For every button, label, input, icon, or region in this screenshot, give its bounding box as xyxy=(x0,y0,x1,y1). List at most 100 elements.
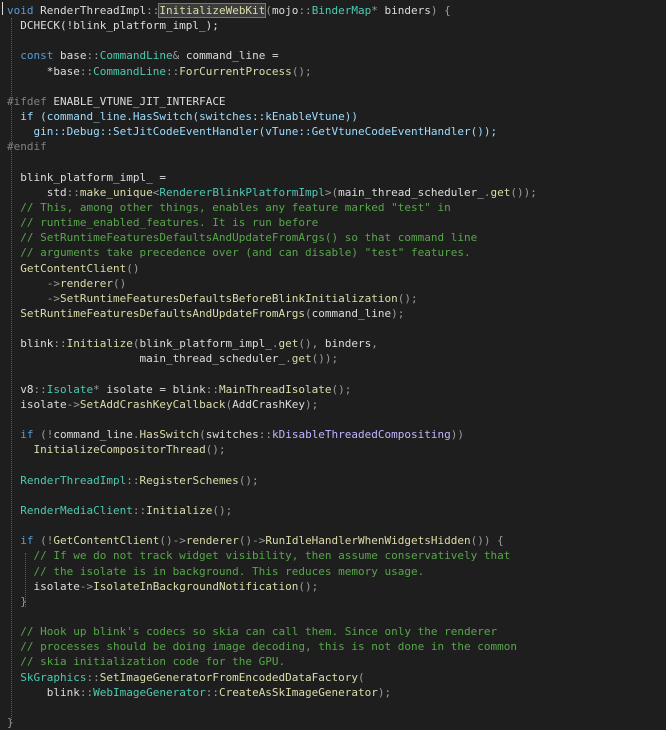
code-token: (command_line.HasSwitch(switches xyxy=(33,110,253,124)
code-token: blink_platform_impl_ xyxy=(139,337,272,351)
code-line[interactable]: if (!command_line.HasSwitch(switches::kD… xyxy=(7,427,666,442)
code-token: command_line = xyxy=(185,49,279,63)
code-line[interactable]: SetRuntimeFeaturesDefaultsAndUpdateFromA… xyxy=(7,306,666,321)
code-token: blink xyxy=(7,337,54,351)
code-token: void xyxy=(7,4,34,17)
code-token: RendererBlinkPlatformImpl xyxy=(159,185,325,199)
code-line[interactable]: if (!GetContentClient()->renderer()->Run… xyxy=(7,533,666,548)
code-line[interactable]: GetContentClient() xyxy=(7,261,666,276)
code-token: ); xyxy=(377,685,392,699)
code-line[interactable]: // This, among other things, enables any… xyxy=(7,200,666,215)
code-token: kDisableThreadedCompositing xyxy=(271,428,451,442)
code-line[interactable] xyxy=(7,367,666,382)
code-line[interactable] xyxy=(7,700,666,715)
code-line[interactable]: blink_platform_impl_ = xyxy=(7,170,666,185)
code-token: renderer xyxy=(185,534,239,548)
code-token: binders xyxy=(384,4,431,17)
code-line[interactable]: blink::Initialize(blink_platform_impl_.g… xyxy=(7,336,666,351)
code-line[interactable]: // arguments take precedence over (and c… xyxy=(7,245,666,260)
code-line[interactable]: void RenderThreadImpl::InitializeWebKit(… xyxy=(7,3,666,18)
highlighted-identifier: InitializeWebKit xyxy=(158,3,267,18)
code-token: :: xyxy=(298,125,312,139)
code-token: } xyxy=(7,594,27,608)
code-token: // SetRuntimeFeaturesDefaultsAndUpdateFr… xyxy=(7,231,478,245)
code-line[interactable]: isolate->IsolateInBackgroundNotification… xyxy=(7,579,666,594)
code-line[interactable] xyxy=(7,321,666,336)
code-token: AddCrashKey xyxy=(232,397,306,411)
code-token: HasSwitch xyxy=(139,428,200,442)
code-line[interactable]: ->renderer() xyxy=(7,276,666,291)
code-token: RenderMediaClient xyxy=(20,503,133,517)
code-token: Isolate xyxy=(46,382,94,396)
code-line[interactable]: // Hook up blink's codecs so skia can ca… xyxy=(7,624,666,639)
code-line[interactable]: } xyxy=(7,594,666,609)
code-token: () xyxy=(126,261,140,275)
code-line[interactable] xyxy=(7,33,666,48)
code-line[interactable]: v8::Isolate* isolate = blink::MainThread… xyxy=(7,382,666,397)
code-line[interactable]: *base::CommandLine::ForCurrentProcess(); xyxy=(7,64,666,79)
code-token: GetContentClient xyxy=(53,534,160,548)
code-line[interactable]: #ifdef ENABLE_VTUNE_JIT_INTERFACE xyxy=(7,94,666,109)
code-token: v8 xyxy=(7,382,34,396)
code-line[interactable] xyxy=(7,488,666,503)
code-token: >( xyxy=(324,185,339,199)
code-line[interactable] xyxy=(7,155,666,170)
code-token: // the isolate is in background. This re… xyxy=(7,564,425,578)
code-token: SetRuntimeFeaturesDefaultsAndUpdateFromA… xyxy=(20,307,306,320)
code-token: // runtime_enabled_features. It is run b… xyxy=(7,216,319,230)
code-token: binders xyxy=(324,337,372,351)
code-token: -> xyxy=(7,276,60,290)
code-token: CommandLine xyxy=(93,64,166,78)
code-line[interactable]: // runtime_enabled_features. It is run b… xyxy=(7,215,666,230)
code-line[interactable] xyxy=(7,518,666,533)
code-line[interactable]: // SetRuntimeFeaturesDefaultsAndUpdateFr… xyxy=(7,230,666,245)
code-token: :: xyxy=(146,4,160,17)
code-line[interactable] xyxy=(7,79,666,94)
code-line[interactable]: RenderThreadImpl::RegisterSchemes(); xyxy=(7,473,666,488)
code-token: :: xyxy=(132,503,147,517)
code-line[interactable]: isolate->SetAddCrashKeyCallback(AddCrash… xyxy=(7,397,666,412)
code-token: ENABLE_VTUNE_JIT_INTERFACE xyxy=(46,94,226,108)
code-line[interactable]: ->SetRuntimeFeaturesDefaultsBeforeBlinkI… xyxy=(7,291,666,306)
code-line[interactable]: SkGraphics::SetImageGeneratorFromEncoded… xyxy=(7,670,666,685)
code-token: :: xyxy=(53,125,67,139)
code-token: SetAddCrashKeyCallback xyxy=(79,397,226,411)
code-line[interactable]: if (command_line.HasSwitch(switches::kEn… xyxy=(7,109,666,124)
code-token: WebImageGenerator xyxy=(93,685,206,699)
code-line[interactable]: // If we do not track widget visibility,… xyxy=(7,548,666,563)
code-token: SetImageGeneratorFromEncodedDataFactory xyxy=(99,670,359,684)
code-token: SetRuntimeFeaturesDefaultsBeforeBlinkIni… xyxy=(59,291,398,305)
code-line[interactable]: #endif xyxy=(7,139,666,154)
code-token: MainThreadIsolate xyxy=(218,382,332,396)
code-token: (); xyxy=(205,443,226,457)
code-token: )) xyxy=(450,428,465,442)
code-line[interactable]: InitializeCompositorThread(); xyxy=(7,442,666,457)
code-line[interactable]: // processes should be doing image decod… xyxy=(7,639,666,654)
code-token: (! xyxy=(33,428,54,442)
code-line[interactable] xyxy=(7,412,666,427)
code-line[interactable]: main_thread_scheduler_.get()); xyxy=(7,351,666,366)
code-line[interactable]: std::make_unique<RendererBlinkPlatformIm… xyxy=(7,185,666,200)
code-token: ( xyxy=(265,4,272,17)
code-line[interactable]: // skia initialization code for the GPU. xyxy=(7,654,666,669)
code-editor[interactable]: void RenderThreadImpl::InitializeWebKit(… xyxy=(0,0,666,729)
code-token: & xyxy=(172,49,186,63)
code-line[interactable] xyxy=(7,609,666,624)
code-line[interactable]: blink::WebImageGenerator::CreateAsSkImag… xyxy=(7,685,666,700)
code-line[interactable]: const base::CommandLine& command_line = xyxy=(7,48,666,63)
code-token: :: xyxy=(205,685,219,699)
code-token: . xyxy=(271,337,279,351)
code-line[interactable]: // the isolate is in background. This re… xyxy=(7,564,666,579)
code-token: Debug xyxy=(66,125,100,139)
code-token: , xyxy=(371,337,378,351)
code-token: std xyxy=(7,185,67,199)
code-token: (); xyxy=(397,291,418,305)
code-line[interactable]: RenderMediaClient::Initialize(); xyxy=(7,503,666,518)
code-line[interactable]: gin::Debug::SetJitCodeEventHandler(vTune… xyxy=(7,124,666,139)
code-line[interactable]: DCHECK(!blink_platform_impl_); xyxy=(7,18,666,33)
code-line[interactable] xyxy=(7,458,666,473)
